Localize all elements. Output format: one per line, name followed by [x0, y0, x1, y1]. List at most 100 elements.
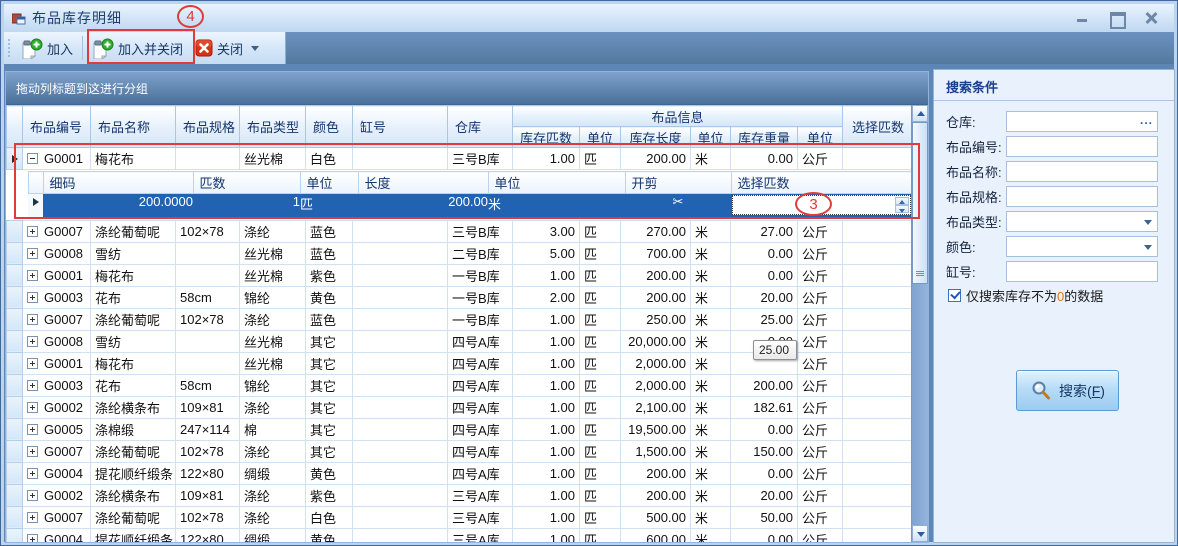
cell-stock-weight[interactable]: 20.00 — [731, 484, 798, 506]
expand-icon[interactable] — [27, 402, 38, 413]
cell-stock-weight[interactable]: 0.00 — [731, 528, 798, 543]
cell-warehouse[interactable]: 四号A库 — [448, 352, 513, 374]
cell-stock-qty[interactable]: 1.00 — [513, 264, 580, 286]
vertical-scrollbar[interactable] — [911, 105, 928, 542]
row-indicator[interactable] — [7, 462, 23, 484]
cell-unit1[interactable]: 匹 — [580, 330, 621, 352]
cell-stock-length[interactable]: 200.00 — [621, 264, 691, 286]
cell-unit2[interactable]: 米 — [691, 506, 731, 528]
column-header-stock-length[interactable]: 库存长度 — [621, 127, 691, 148]
cell-stock-length[interactable]: 200.00 — [621, 148, 691, 170]
collapse-icon[interactable] — [27, 153, 38, 164]
cell-spec[interactable]: 58cm — [176, 286, 240, 308]
cell-warehouse[interactable]: 四号A库 — [448, 418, 513, 440]
table-row[interactable]: G0007涤纶葡萄呢102×78涤纶蓝色一号B库1.00匹250.00米25.0… — [7, 308, 914, 330]
cell-unit2[interactable]: 米 — [691, 264, 731, 286]
expand-icon[interactable] — [27, 270, 38, 281]
cell-name[interactable]: 雪纺 — [91, 330, 176, 352]
cell-stock-qty[interactable]: 1.00 — [513, 308, 580, 330]
nonzero-stock-checkbox[interactable] — [948, 289, 961, 302]
fabric-code-input[interactable] — [1006, 136, 1158, 157]
cell-unit1[interactable]: 匹 — [580, 418, 621, 440]
detail-cell-pieces[interactable]: 1 — [193, 194, 300, 218]
cell-select-qty[interactable] — [843, 528, 914, 543]
add-and-close-button[interactable]: 加入并关闭 — [86, 34, 189, 62]
column-header-spec[interactable]: 布品规格 — [176, 106, 240, 148]
close-dropdown-icon[interactable] — [251, 46, 259, 51]
cell-name[interactable]: 雪纺 — [91, 242, 176, 264]
cell-select-qty[interactable] — [843, 308, 914, 330]
detail-cell-code[interactable]: 200.0000 — [43, 194, 193, 218]
cell-type[interactable]: 绸缎 — [240, 462, 306, 484]
cell-stock-weight[interactable]: 25.00 — [731, 308, 798, 330]
row-indicator[interactable] — [7, 484, 23, 506]
cell-type[interactable]: 丝光棉 — [240, 148, 306, 170]
cell-select-qty[interactable] — [843, 396, 914, 418]
cell-id[interactable]: G0008 — [23, 242, 91, 264]
minimize-icon[interactable] — [1076, 12, 1090, 24]
cell-color[interactable]: 蓝色 — [306, 242, 353, 264]
cell-vat[interactable] — [353, 242, 448, 264]
cell-stock-length[interactable]: 200.00 — [621, 484, 691, 506]
cell-unit1[interactable]: 匹 — [580, 506, 621, 528]
cell-name[interactable]: 梅花布 — [91, 148, 176, 170]
cell-spec[interactable] — [176, 242, 240, 264]
detail-header-unit[interactable]: 单位 — [300, 172, 358, 194]
cell-stock-weight[interactable]: 0.00 — [731, 148, 798, 170]
cell-unit2[interactable]: 米 — [691, 528, 731, 543]
cell-spec[interactable]: 109×81 — [176, 484, 240, 506]
cell-type[interactable]: 涤纶 — [240, 484, 306, 506]
cell-unit2[interactable]: 米 — [691, 440, 731, 462]
cell-unit1[interactable]: 匹 — [580, 220, 621, 242]
cell-spec[interactable]: 102×78 — [176, 506, 240, 528]
select-qty-spinner[interactable] — [732, 195, 911, 215]
cell-unit1[interactable]: 匹 — [580, 286, 621, 308]
cell-id[interactable]: G0003 — [23, 374, 91, 396]
cell-spec[interactable]: 102×78 — [176, 220, 240, 242]
cell-warehouse[interactable]: 四号A库 — [448, 440, 513, 462]
fabric-name-input[interactable] — [1006, 161, 1158, 182]
row-indicator[interactable] — [7, 148, 23, 170]
cell-stock-weight[interactable]: 0.00 — [731, 418, 798, 440]
cell-unit2[interactable]: 米 — [691, 374, 731, 396]
cell-unit3[interactable]: 公斤 — [798, 506, 843, 528]
cell-stock-qty[interactable]: 1.00 — [513, 528, 580, 543]
cell-name[interactable]: 梅花布 — [91, 352, 176, 374]
scroll-down-icon[interactable] — [912, 525, 928, 542]
cell-vat[interactable] — [353, 374, 448, 396]
maximize-icon[interactable] — [1110, 12, 1124, 24]
cell-spec[interactable] — [176, 352, 240, 374]
scissors-icon[interactable]: ✂ — [625, 194, 731, 218]
cell-select-qty[interactable] — [843, 440, 914, 462]
table-row[interactable]: G0001梅花布丝光棉紫色一号B库1.00匹200.00米0.00公斤 — [7, 264, 914, 286]
cell-vat[interactable] — [353, 148, 448, 170]
cell-stock-qty[interactable]: 2.00 — [513, 286, 580, 308]
cell-type[interactable]: 丝光棉 — [240, 330, 306, 352]
cell-id[interactable]: G0007 — [23, 506, 91, 528]
cell-unit3[interactable]: 公斤 — [798, 220, 843, 242]
row-indicator[interactable] — [7, 528, 23, 543]
cell-unit2[interactable]: 米 — [691, 286, 731, 308]
cell-unit1[interactable]: 匹 — [580, 308, 621, 330]
table-row[interactable]: G0004提花顺纤缎条122×80绸缎黄色四号A库1.00匹200.00米0.0… — [7, 462, 914, 484]
cell-name[interactable]: 梅花布 — [91, 264, 176, 286]
cell-id[interactable]: G0003 — [23, 286, 91, 308]
cell-id[interactable]: G0007 — [23, 440, 91, 462]
cell-id[interactable]: G0002 — [23, 396, 91, 418]
scroll-up-icon[interactable] — [912, 105, 928, 122]
cell-unit1[interactable]: 匹 — [580, 440, 621, 462]
cell-type[interactable]: 丝光棉 — [240, 242, 306, 264]
column-header-name[interactable]: 布品名称 — [91, 106, 176, 148]
cell-vat[interactable] — [353, 264, 448, 286]
cell-unit3[interactable]: 公斤 — [798, 330, 843, 352]
cell-type[interactable]: 棉 — [240, 418, 306, 440]
cell-select-qty[interactable] — [843, 418, 914, 440]
column-header-vat[interactable]: 缸号 — [353, 106, 448, 148]
cell-color[interactable]: 黄色 — [306, 462, 353, 484]
cell-color[interactable]: 紫色 — [306, 484, 353, 506]
cell-spec[interactable]: 58cm — [176, 374, 240, 396]
detail-header-unit2[interactable]: 单位 — [488, 172, 625, 194]
spin-up-icon[interactable] — [895, 197, 909, 205]
cell-unit1[interactable]: 匹 — [580, 396, 621, 418]
cell-name[interactable]: 提花顺纤缎条 — [91, 528, 176, 543]
